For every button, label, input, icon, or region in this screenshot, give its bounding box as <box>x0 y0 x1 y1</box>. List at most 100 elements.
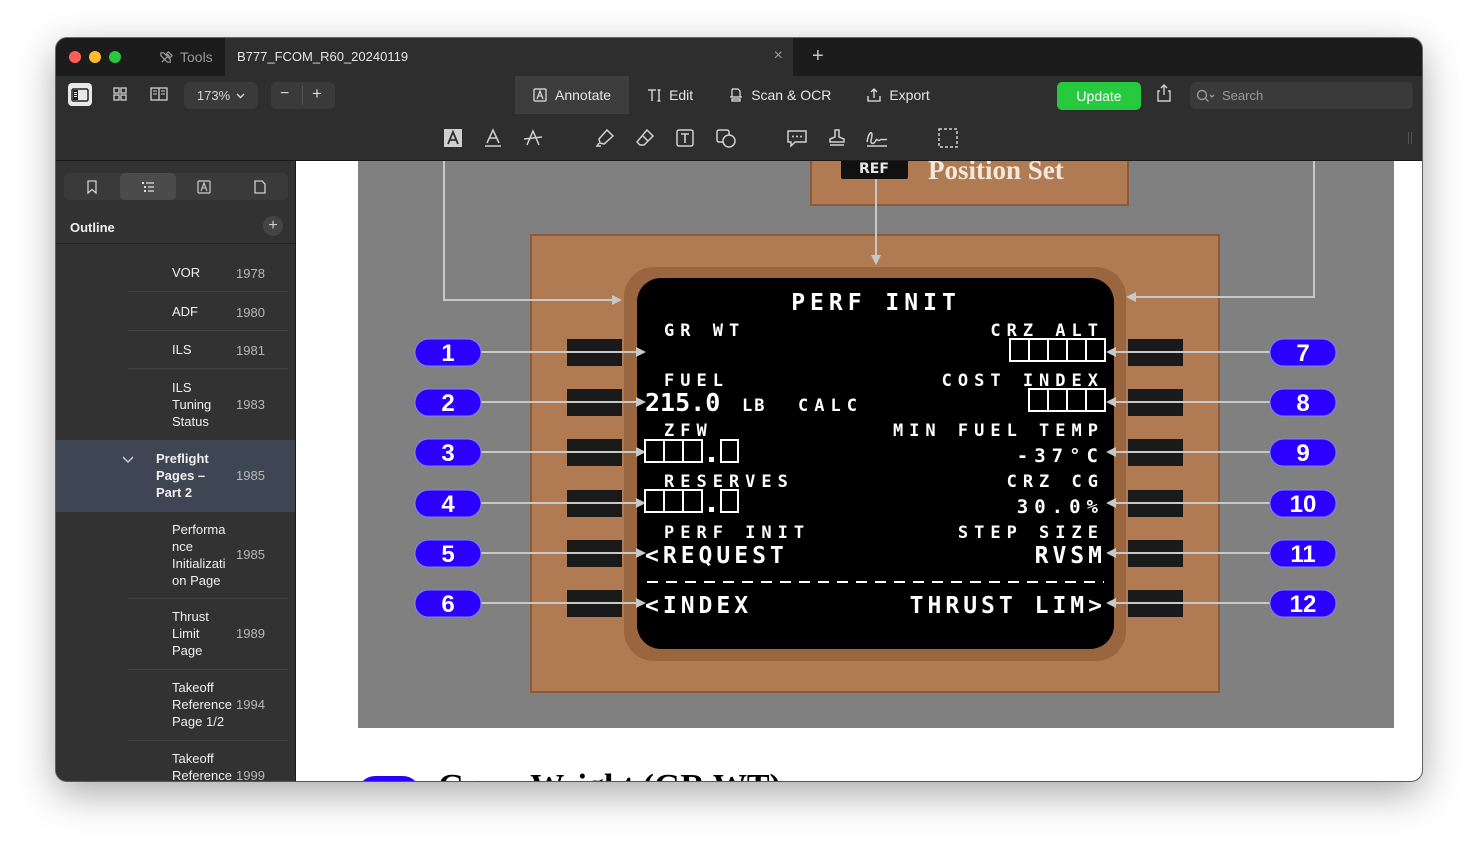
tab-edit[interactable]: Edit <box>629 76 711 114</box>
sidebar-tab-outline[interactable] <box>120 173 176 200</box>
page-icon <box>254 179 266 194</box>
zoom-buttons: − + <box>271 82 335 109</box>
close-window-button[interactable] <box>69 51 81 63</box>
sidebar-toggle-button[interactable] <box>68 83 92 106</box>
outline-item-label: Preflight Pages – Part 2 <box>156 451 209 500</box>
ref-key-label: REF <box>859 161 889 177</box>
next-section-heading: Gross Weight (GR WT) <box>358 766 958 781</box>
cdu-fuel-unit: LB <box>742 396 766 416</box>
search-icon <box>1196 89 1215 102</box>
tab-scan-label: Scan & OCR <box>751 87 832 103</box>
outline-item-vor[interactable]: VOR 1978 <box>128 253 288 292</box>
selection-tool[interactable] <box>936 126 960 150</box>
signature-tool[interactable] <box>865 126 889 150</box>
outline-item-label: Thrust Limit Page <box>172 609 209 658</box>
tab-tools[interactable]: Tools <box>159 38 213 76</box>
mode-tabs: Annotate Edit Scan & OCR Export <box>515 76 948 114</box>
cdu-label-perf-init: PERF INIT <box>664 523 810 543</box>
divider <box>302 86 303 105</box>
tab-annotate[interactable]: Annotate <box>515 76 630 114</box>
outline-item-page: 1981 <box>236 343 265 358</box>
new-tab-button[interactable]: + <box>812 45 824 68</box>
cdu-thrust-lim-action: THRUST LIM> <box>910 593 1106 619</box>
shapes-tool[interactable] <box>714 126 738 150</box>
tab-tools-label: Tools <box>180 49 213 65</box>
minimize-window-button[interactable] <box>89 51 101 63</box>
chevron-down-icon <box>236 93 245 98</box>
outline-item-takeoff-reference-page-1-2[interactable]: Takeoff Reference Page 1/2 1994 <box>128 670 288 741</box>
cdu-figure: REF Position Set 1 2 3 4 5 6 7 8 9 10 11… <box>358 161 1394 728</box>
sidebar-icon <box>71 87 89 102</box>
thumbnail-view-button[interactable] <box>110 84 130 104</box>
outline-item-preflight-pages-part-2[interactable]: Preflight Pages – Part 2 1985 <box>56 440 295 512</box>
outline-item-page: 1985 <box>236 468 265 483</box>
zoom-dropdown[interactable]: 173% <box>184 82 258 109</box>
cdu-min-fuel-temp-value: -37°C <box>1017 445 1104 467</box>
tab-edit-label: Edit <box>669 87 694 103</box>
outline-item-ils[interactable]: ILS 1981 <box>128 330 288 369</box>
tab-export-label: Export <box>889 87 930 103</box>
comment-tool[interactable] <box>785 126 809 150</box>
outline-item-ils-tuning-status[interactable]: ILS Tuning Status 1983 <box>128 369 288 441</box>
zoom-window-button[interactable] <box>109 51 121 63</box>
cdu-fuel-calc: CALC <box>798 396 863 416</box>
bookmark-icon <box>87 179 97 194</box>
sidebar-tab-pages[interactable] <box>232 173 288 200</box>
reading-view-button[interactable] <box>148 84 170 104</box>
outline-title: Outline <box>70 220 115 235</box>
cdu-index-action: <INDEX <box>645 593 752 619</box>
tab-export[interactable]: Export <box>849 76 947 114</box>
shapes-icon <box>716 129 736 148</box>
outline-item-page: 1999 <box>236 768 265 781</box>
outline-item-performance-initialization-page[interactable]: Performa nce Initializati on Page 1985 <box>128 513 288 599</box>
strikethrough-tool[interactable] <box>521 126 545 150</box>
document-view[interactable]: REF Position Set 1 2 3 4 5 6 7 8 9 10 11… <box>296 161 1422 781</box>
outline-item-adf[interactable]: ADF 1980 <box>128 292 288 331</box>
strikethrough-icon <box>523 129 543 146</box>
toolbar-resize-handle[interactable] <box>1408 132 1412 144</box>
annotations-icon <box>197 179 211 194</box>
outline-item-label: Takeoff Reference Page 1/2 <box>172 680 232 729</box>
share-button[interactable] <box>1156 84 1172 107</box>
cdu-label-gr-wt: GR WT <box>664 321 745 341</box>
zoom-in-button[interactable]: + <box>312 84 322 104</box>
decimal-dot <box>709 457 714 462</box>
sidebar-tab-bookmarks[interactable] <box>64 173 120 200</box>
tab-document-title: B777_FCOM_R60_20240119 <box>237 49 409 64</box>
underline-icon <box>485 128 501 147</box>
zoom-value: 173% <box>196 88 231 103</box>
text-frame-tool[interactable] <box>673 126 697 150</box>
text-box-tool[interactable] <box>441 126 465 150</box>
search-field[interactable]: Search <box>1190 82 1413 109</box>
sidebar-tab-annotations[interactable] <box>176 173 232 200</box>
update-button[interactable]: Update <box>1057 82 1141 110</box>
tab-document[interactable]: B777_FCOM_R60_20240119 × <box>225 38 793 76</box>
callout-6-label: 6 <box>441 591 454 618</box>
text-box-icon <box>444 129 462 147</box>
stamp-icon <box>829 129 845 146</box>
signature-icon <box>866 132 888 147</box>
highlighter-tool[interactable] <box>593 126 617 150</box>
book-icon <box>150 87 168 101</box>
eraser-tool[interactable] <box>633 126 657 150</box>
outline-item-takeoff-reference[interactable]: Takeoff Reference 1999 <box>128 741 288 781</box>
callout-5-label: 5 <box>441 541 454 568</box>
tab-scan-ocr[interactable]: Scan & OCR <box>711 76 849 114</box>
outline-item-thrust-limit-page[interactable]: Thrust Limit Page 1989 <box>128 599 288 670</box>
zoom-out-button[interactable]: − <box>280 85 289 103</box>
outline-item-page: 1985 <box>236 547 265 562</box>
sidebar: Outline + VOR 1978 ADF 1980 ILS 1981 ILS… <box>56 161 296 781</box>
tab-annotate-label: Annotate <box>555 87 612 103</box>
stamp-tool[interactable] <box>825 126 849 150</box>
underline-tool[interactable] <box>481 126 505 150</box>
grid-icon <box>113 87 127 101</box>
toolbar: 173% − + Annotate Edit Scan & OCR Export… <box>56 76 1422 161</box>
callout-7-label: 7 <box>1296 340 1309 367</box>
chevron-down-icon[interactable] <box>122 456 134 464</box>
export-icon <box>867 88 881 102</box>
position-set-label: Position Set <box>928 161 1064 185</box>
tab-close-icon[interactable]: × <box>774 47 783 65</box>
cdu-label-crz-cg: CRZ CG <box>1007 472 1104 492</box>
callout-1-label: 1 <box>441 340 454 367</box>
add-outline-button[interactable]: + <box>263 216 283 236</box>
